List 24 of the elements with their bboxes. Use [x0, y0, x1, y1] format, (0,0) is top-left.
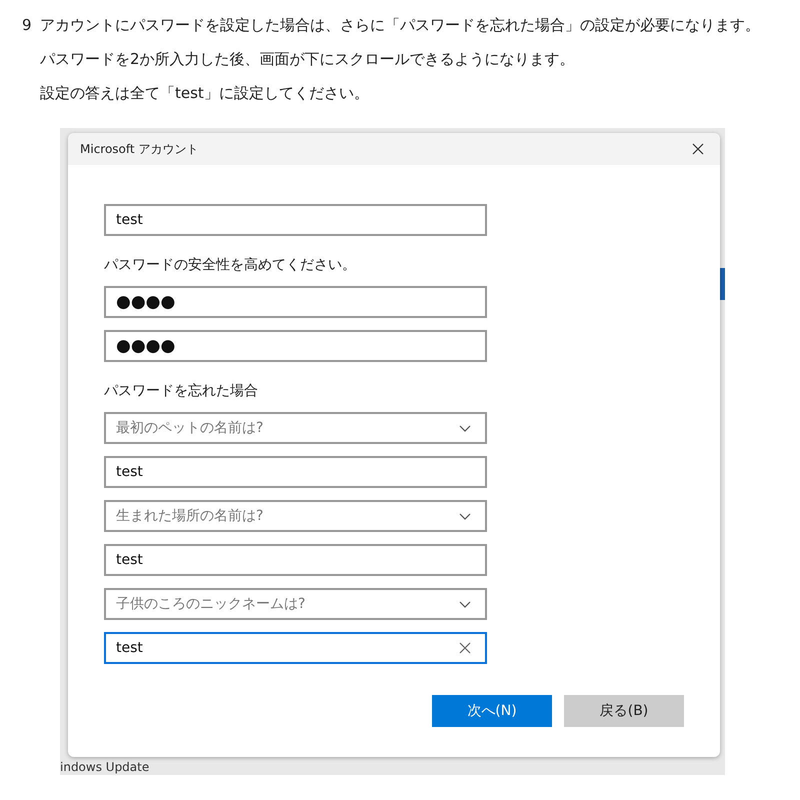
- question-dropdown[interactable]: 子供のころのニックネームは?: [104, 588, 487, 620]
- clear-icon[interactable]: [459, 642, 471, 654]
- section-label: パスワードの安全性を高めてください。: [104, 256, 357, 274]
- question-dropdown[interactable]: 生まれた場所の名前は?: [104, 500, 487, 532]
- input-field[interactable]: test: [104, 204, 487, 236]
- password-field[interactable]: ●●●●: [104, 330, 487, 362]
- input-field[interactable]: test: [104, 456, 487, 488]
- chevron-down-icon: [459, 600, 471, 608]
- close-icon[interactable]: [692, 143, 704, 155]
- next-button[interactable]: 次へ(N): [432, 695, 552, 727]
- chevron-down-icon: [459, 424, 471, 432]
- password-field[interactable]: ●●●●: [104, 286, 487, 318]
- back-button[interactable]: 戻る(B): [564, 695, 684, 727]
- input-field[interactable]: test: [104, 544, 487, 576]
- section-label: パスワードを忘れた場合: [104, 382, 259, 400]
- input-field[interactable]: test: [104, 632, 487, 664]
- step-number: 9: [22, 16, 33, 34]
- settings-item-text: indows Update: [60, 760, 150, 774]
- instruction-text: パスワードを2か所入力した後、画面が下にスクロールできるようになります。: [40, 50, 575, 68]
- window-title: Microsoft アカウント: [80, 140, 198, 158]
- instruction-text: 設定の答えは全て「test」に設定してください。: [40, 84, 369, 102]
- chevron-down-icon: [459, 512, 471, 520]
- instruction-text: アカウントにパスワードを設定した場合は、さらに「パスワードを忘れた場合」の設定が必要になります。: [40, 16, 760, 34]
- question-dropdown[interactable]: 最初のペットの名前は?: [104, 412, 487, 444]
